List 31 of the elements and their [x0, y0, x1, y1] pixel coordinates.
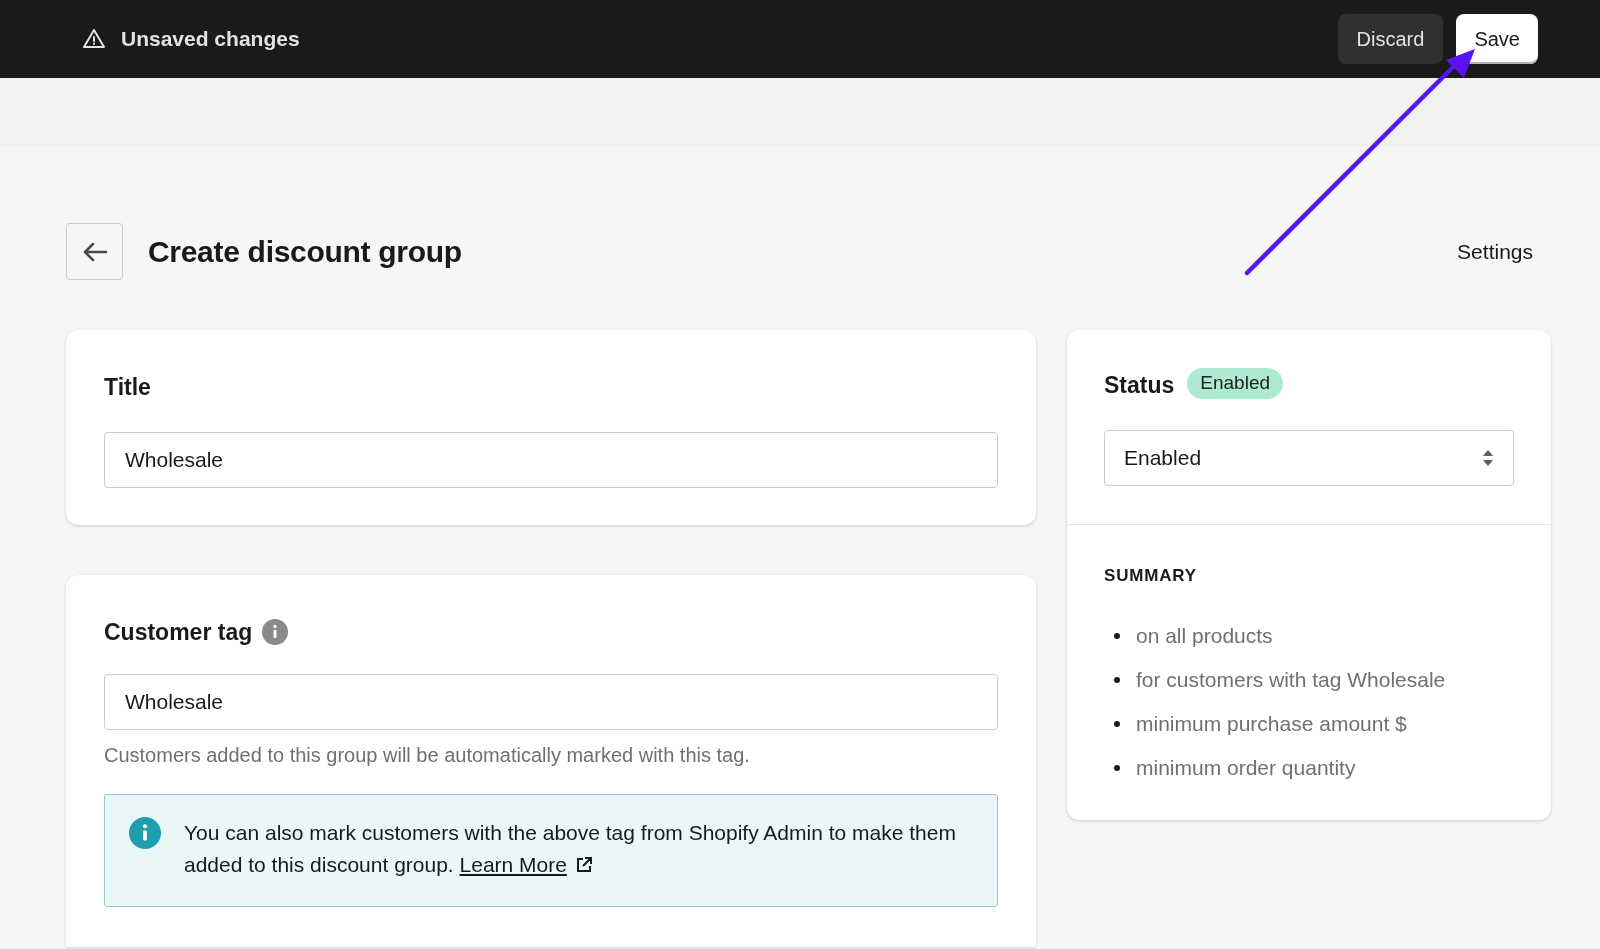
- status-select[interactable]: Enabled: [1104, 429, 1514, 486]
- summary-item: minimum order quantity: [1136, 755, 1356, 782]
- info-text: You can also mark customers with the above tag from Shopify Admin to make them added to this discount group. Learn More: [184, 820, 957, 878]
- save-button[interactable]: Save: [1456, 14, 1538, 64]
- select-arrows-icon: [1483, 449, 1493, 466]
- back-arrow-icon: [81, 240, 108, 263]
- summary-item: minimum purchase amount $: [1136, 711, 1407, 738]
- summary-item: for customers with tag Wholesale: [1136, 667, 1446, 694]
- bullet-icon: [1114, 633, 1120, 639]
- card-heading: Status: [1104, 371, 1175, 400]
- learn-more-link[interactable]: Learn More: [459, 853, 567, 876]
- help-text: Customers added to this group will be automatically marked with this tag.: [104, 743, 751, 768]
- customer-tag-input[interactable]: Wholesale: [104, 674, 998, 730]
- unsaved-changes-text: Unsaved changes: [121, 26, 300, 53]
- summary-heading: SUMMARY: [1104, 564, 1198, 587]
- title-input[interactable]: Wholesale: [104, 431, 998, 488]
- card-heading: Title: [104, 373, 152, 402]
- warning-icon: [82, 27, 106, 51]
- settings-link[interactable]: Settings: [1457, 235, 1533, 268]
- card-heading: Customer tag: [104, 617, 253, 647]
- bullet-icon: [1114, 765, 1120, 771]
- bullet-icon: [1114, 721, 1120, 727]
- status-badge: Enabled: [1187, 367, 1284, 399]
- summary-item: on all products: [1136, 623, 1273, 650]
- info-icon: [129, 817, 161, 849]
- bullet-icon: [1114, 677, 1120, 683]
- external-link-icon[interactable]: [574, 856, 593, 874]
- info-icon[interactable]: [262, 618, 289, 645]
- discard-button[interactable]: Discard: [1337, 14, 1444, 64]
- page-title: Create discount group: [148, 234, 462, 270]
- back-button[interactable]: [66, 223, 123, 280]
